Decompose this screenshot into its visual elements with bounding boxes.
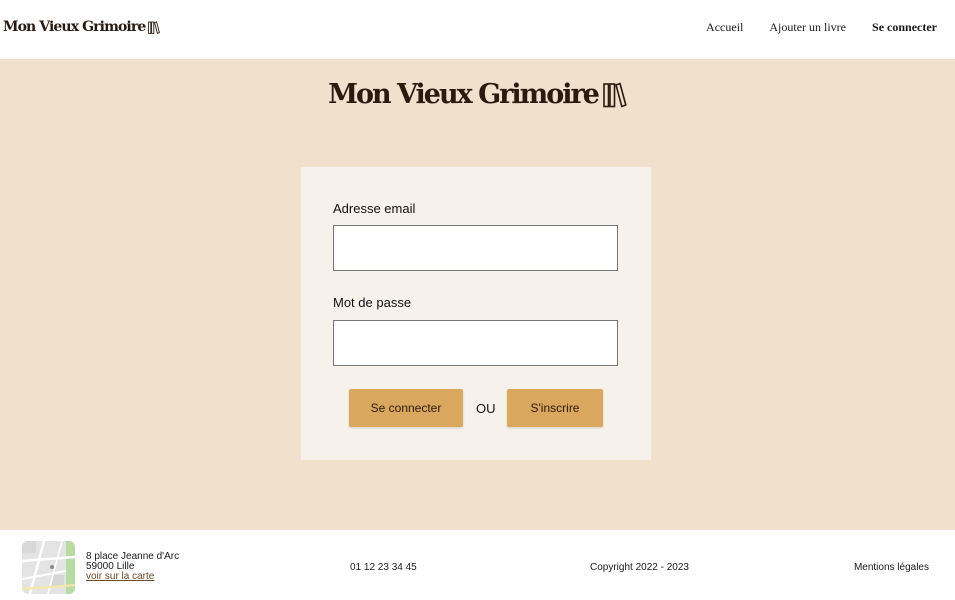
password-field[interactable]: [333, 320, 618, 366]
nav-ajouter-livre[interactable]: Ajouter un livre: [769, 20, 846, 35]
page-logo-text: Mon Vieux Grimoire: [328, 79, 600, 110]
page-logo: Mon Vieux Grimoire: [0, 79, 955, 110]
login-button[interactable]: Se connecter: [349, 389, 463, 427]
footer-copyright: Copyright 2022 - 2023: [590, 562, 689, 573]
footer-address: 8 place Jeanne d'Arc 59000 Lille voir su…: [86, 552, 179, 582]
password-label: Mot de passe: [333, 295, 412, 310]
email-label: Adresse email: [333, 201, 416, 216]
books-icon: [603, 81, 627, 108]
site-footer: 8 place Jeanne d'Arc 59000 Lille voir su…: [0, 530, 955, 600]
nav-accueil[interactable]: Accueil: [706, 20, 743, 35]
books-icon: [148, 20, 161, 34]
signup-button[interactable]: S'inscrire: [507, 389, 603, 427]
map-icon[interactable]: [22, 541, 75, 594]
login-card: Adresse email Mot de passe Se connecter …: [301, 167, 651, 460]
legal-link[interactable]: Mentions légales: [854, 562, 929, 573]
main-content: Mon Vieux Grimoire Adresse email Mot de …: [0, 59, 955, 530]
footer-phone: 01 12 23 34 45: [350, 562, 417, 573]
nav-se-connecter[interactable]: Se connecter: [872, 20, 937, 35]
email-field[interactable]: [333, 225, 618, 271]
map-link[interactable]: voir sur la carte: [86, 571, 154, 582]
site-header: Mon Vieux Grimoire Accueil Ajouter un li…: [0, 0, 955, 59]
or-separator: OU: [476, 401, 496, 416]
main-nav: Accueil Ajouter un livre Se connecter: [680, 20, 937, 35]
header-logo[interactable]: Mon Vieux Grimoire: [3, 19, 161, 35]
header-logo-text: Mon Vieux Grimoire: [3, 19, 146, 35]
